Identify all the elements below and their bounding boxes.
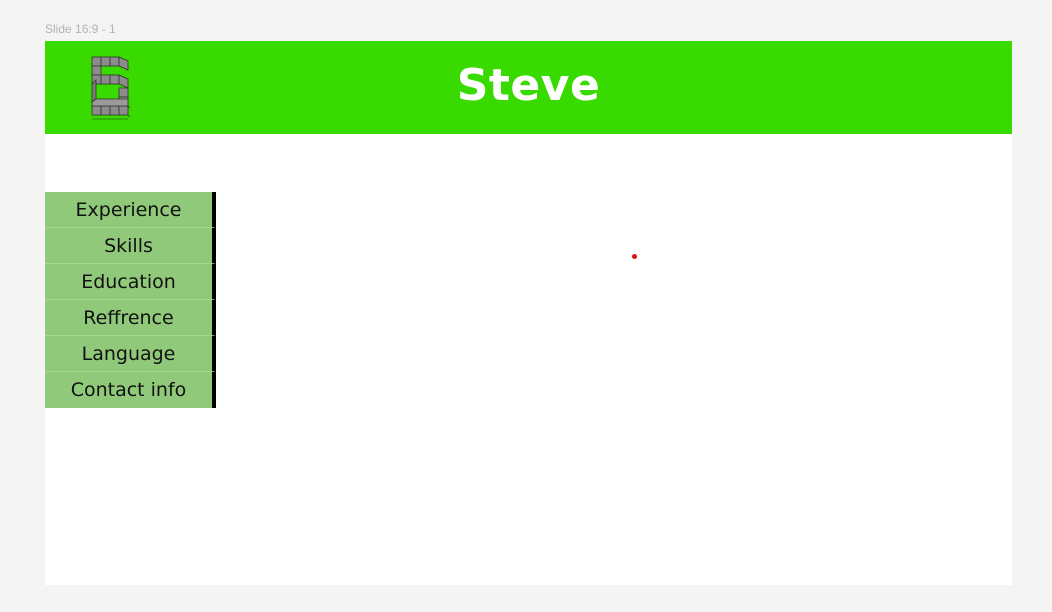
nav-item-language[interactable]: Language [45, 336, 216, 372]
nav-item-skills[interactable]: Skills [45, 228, 216, 264]
slide-canvas: Steve Experience Skills Education Reffre… [45, 41, 1012, 585]
nav-item-experience[interactable]: Experience [45, 192, 216, 228]
sidebar-nav: Experience Skills Education Reffrence La… [45, 192, 216, 408]
header-bar: Steve [45, 41, 1012, 134]
red-dot-marker [632, 254, 637, 259]
nav-item-education[interactable]: Education [45, 264, 216, 300]
nav-item-contact-info[interactable]: Contact info [45, 372, 216, 408]
nav-item-reffrence[interactable]: Reffrence [45, 300, 216, 336]
frame-label: Slide 16:9 - 1 [45, 22, 116, 36]
page-title: Steve [456, 60, 601, 111]
